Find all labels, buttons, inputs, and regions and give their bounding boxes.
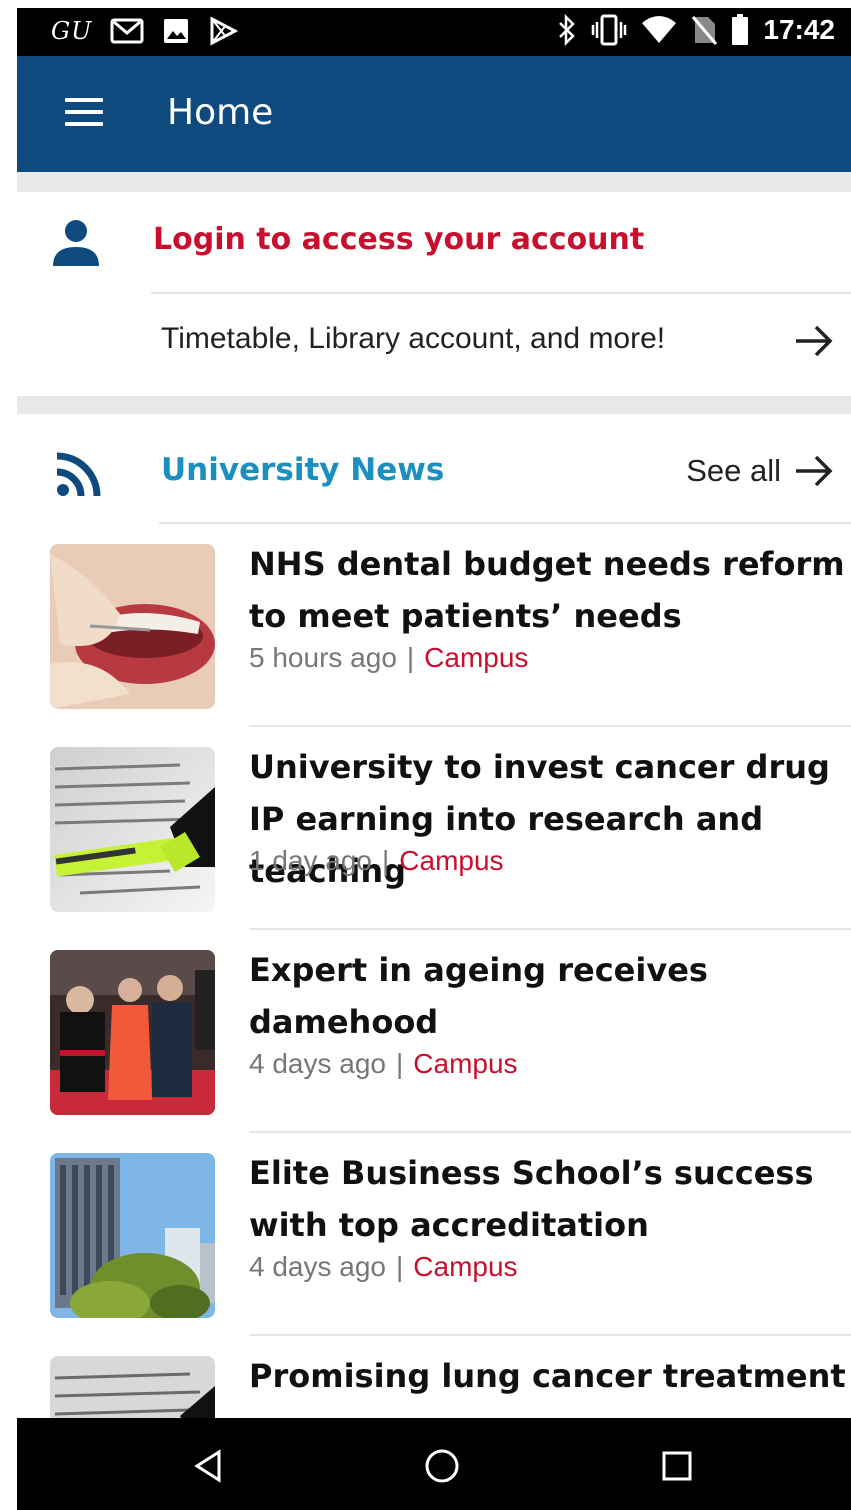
news-meta: 4 days ago | Campus — [249, 1048, 518, 1080]
phone-screen: GU 17:42 Home Login to access your accou… — [17, 8, 851, 1510]
news-item[interactable]: University to invest cancer drug IP earn… — [17, 727, 851, 930]
navigation-bar — [17, 1418, 851, 1510]
person-icon — [53, 220, 99, 266]
news-section-title: University News — [161, 452, 445, 488]
news-meta: 5 hours ago | Campus — [249, 642, 528, 674]
news-card: University News See all NHS dental budge… — [17, 414, 851, 1510]
section-gap — [17, 396, 851, 416]
news-category[interactable]: Campus — [413, 1048, 517, 1079]
vibrate-icon — [592, 14, 627, 46]
news-item[interactable]: Elite Business School’s success with top… — [17, 1133, 851, 1336]
building-photo — [50, 1153, 215, 1318]
news-headline[interactable]: Expert in ageing receives damehood — [249, 944, 849, 1048]
no-sim-icon — [692, 16, 718, 45]
news-time: 4 days ago — [249, 1048, 386, 1079]
news-headline[interactable]: Elite Business School’s success with top… — [249, 1147, 849, 1251]
login-card[interactable]: Login to access your account Timetable, … — [17, 192, 851, 396]
home-icon[interactable] — [422, 1446, 462, 1486]
recents-icon[interactable] — [657, 1446, 697, 1486]
meta-separator: | — [396, 1048, 404, 1079]
news-item[interactable]: Expert in ageing receives damehood 4 day… — [17, 930, 851, 1133]
cancer-highlight-photo — [50, 747, 215, 912]
news-item[interactable]: NHS dental budget needs reform to meet p… — [17, 524, 851, 727]
section-gap — [17, 172, 851, 192]
news-time: 5 hours ago — [249, 642, 397, 673]
meta-separator: | — [406, 642, 415, 673]
wifi-icon — [642, 16, 677, 43]
news-headline[interactable]: Promising lung cancer treatment — [249, 1350, 849, 1402]
news-meta: 1 day ago | Campus — [249, 845, 504, 877]
news-category[interactable]: Campus — [424, 642, 528, 673]
news-time: 4 days ago — [249, 1251, 386, 1282]
login-subtitle[interactable]: Timetable, Library account, and more! — [161, 322, 665, 356]
meta-separator: | — [396, 1251, 404, 1282]
play-store-icon — [210, 16, 239, 46]
see-all-button[interactable]: See all — [686, 450, 835, 492]
news-meta: 4 days ago | Campus — [249, 1251, 518, 1283]
battery-icon — [732, 14, 749, 45]
arrow-right-icon[interactable] — [793, 320, 835, 362]
dental-photo — [50, 544, 215, 709]
news-category[interactable]: Campus — [399, 845, 503, 876]
carrier-logo: GU — [51, 17, 93, 45]
divider — [151, 292, 851, 294]
meta-separator: | — [382, 845, 390, 876]
news-time: 1 day ago — [249, 845, 372, 876]
login-title[interactable]: Login to access your account — [153, 222, 644, 257]
status-bar: GU 17:42 — [17, 8, 851, 56]
hamburger-menu-icon[interactable] — [65, 98, 103, 128]
clock: 17:42 — [763, 14, 835, 45]
bluetooth-icon — [559, 14, 576, 46]
see-all-label: See all — [686, 453, 781, 488]
arrow-right-icon — [796, 455, 833, 487]
news-headline[interactable]: NHS dental budget needs reform to meet p… — [249, 538, 849, 642]
page-title: Home — [167, 92, 274, 133]
rss-icon — [56, 452, 101, 497]
app-bar: Home — [17, 56, 851, 172]
ceremony-photo — [50, 950, 215, 1115]
back-icon[interactable] — [189, 1446, 229, 1486]
news-category[interactable]: Campus — [413, 1251, 517, 1282]
image-icon — [164, 19, 189, 43]
gmail-icon — [110, 18, 144, 44]
